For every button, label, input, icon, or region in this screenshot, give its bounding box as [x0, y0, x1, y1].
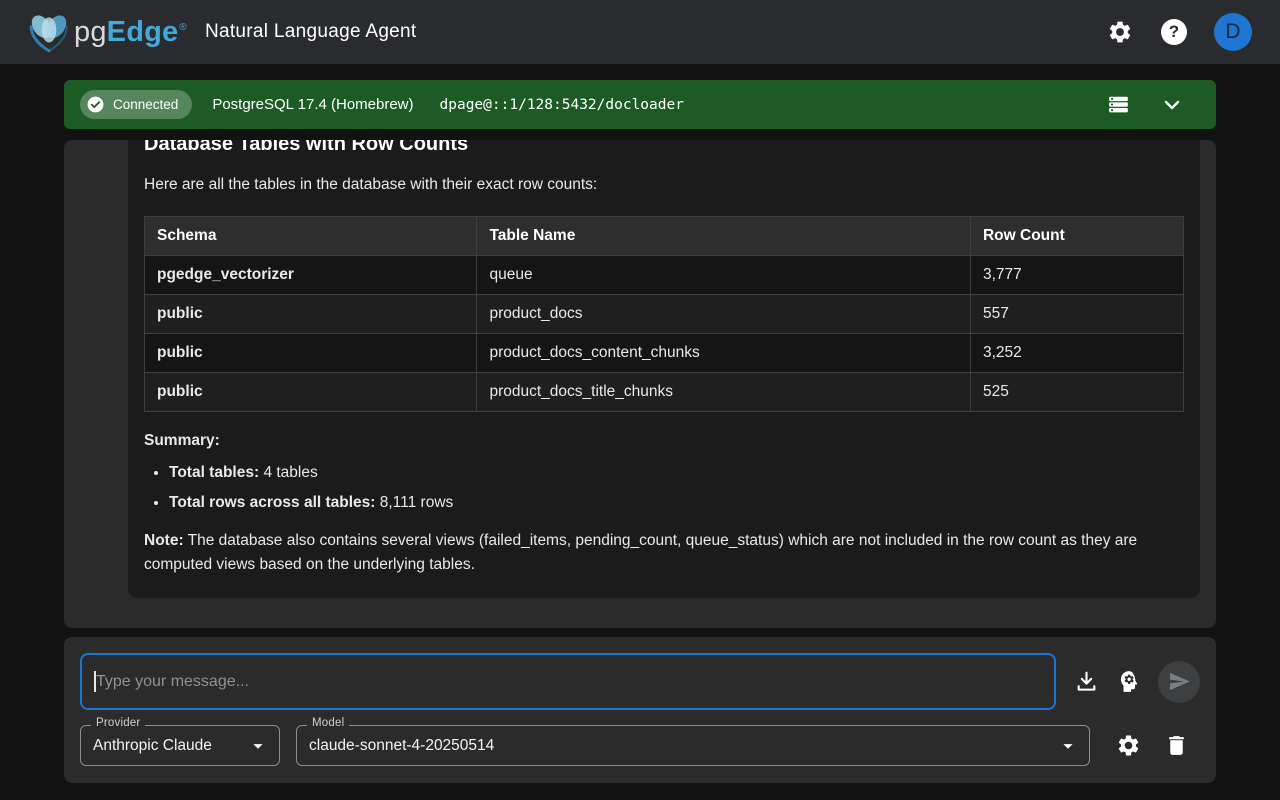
connection-collapse-button[interactable] — [1152, 85, 1192, 125]
table-name-cell: product_docs_title_chunks — [477, 373, 971, 412]
server-version-label: PostgreSQL 17.4 (Homebrew) — [212, 96, 413, 113]
check-circle-icon — [86, 95, 105, 114]
message-heading: Database Tables with Row Counts — [144, 140, 1184, 158]
summary-heading: Summary: — [144, 432, 1184, 450]
connection-string: dpage@::1/128:5432/docloader — [440, 97, 684, 113]
clear-chat-button[interactable] — [1156, 726, 1196, 766]
list-item: Total rows across all tables: 8,111 rows — [169, 492, 1184, 513]
logo-text-pg: pg — [74, 16, 107, 49]
gear-icon — [1116, 733, 1141, 758]
table-name-cell: product_docs — [477, 295, 971, 334]
send-button[interactable] — [1158, 661, 1200, 703]
schema-cell: pgedge_vectorizer — [145, 256, 477, 295]
pgedge-logo-mark-icon — [26, 11, 72, 53]
schema-cell: public — [145, 334, 477, 373]
table-row: public product_docs_content_chunks 3,252 — [145, 334, 1184, 373]
row-count-cell: 557 — [970, 295, 1183, 334]
bullet-value: 4 tables — [259, 464, 318, 481]
model-select[interactable]: Model claude-sonnet-4-20250514 — [296, 725, 1090, 766]
schema-cell: public — [145, 373, 477, 412]
settings-button[interactable] — [1100, 12, 1140, 52]
message-intro: Here are all the tables in the database … — [144, 174, 1184, 196]
caret-down-icon — [1057, 735, 1079, 757]
caret-down-icon — [247, 735, 269, 757]
text-cursor — [94, 671, 96, 692]
logo-text-edge: Edge — [107, 16, 179, 49]
model-select-label: Model — [307, 717, 349, 729]
row-count-cell: 3,777 — [970, 256, 1183, 295]
app-bar: pgEdge® Natural Language Agent ? D — [0, 0, 1280, 64]
help-button[interactable]: ? — [1154, 12, 1194, 52]
chat-scroll-area[interactable]: Database Tables with Row Counts Here are… — [64, 140, 1216, 628]
connection-details-button[interactable] — [1098, 85, 1138, 125]
connection-status-badge: Connected — [80, 90, 192, 119]
avatar-initial: D — [1225, 20, 1240, 44]
gear-icon — [1107, 19, 1133, 45]
table-header-row: Schema Table Name Row Count — [145, 217, 1184, 256]
send-icon — [1168, 670, 1191, 693]
schema-cell: public — [145, 295, 477, 334]
summary-list: Total tables: 4 tables Total rows across… — [144, 462, 1184, 513]
table-name-cell: product_docs_content_chunks — [477, 334, 971, 373]
pgedge-logo: pgEdge® — [26, 11, 187, 53]
note-text: The database also contains several views… — [144, 532, 1137, 573]
logo-registered-mark: ® — [179, 22, 187, 33]
column-header-row-count: Row Count — [970, 217, 1183, 256]
column-header-schema: Schema — [145, 217, 477, 256]
provider-select-value: Anthropic Claude — [93, 737, 212, 755]
row-count-cell: 525 — [970, 373, 1183, 412]
note-paragraph: Note: The database also contains several… — [144, 529, 1184, 577]
psychology-icon — [1116, 669, 1141, 694]
table-row: public product_docs_title_chunks 525 — [145, 373, 1184, 412]
row-counts-table: Schema Table Name Row Count pgedge_vecto… — [144, 216, 1184, 412]
provider-select-label: Provider — [91, 717, 145, 729]
download-icon — [1074, 669, 1099, 694]
composer-panel: Provider Anthropic Claude Model claude-s… — [64, 637, 1216, 783]
help-icon: ? — [1161, 19, 1187, 45]
table-row: pgedge_vectorizer queue 3,777 — [145, 256, 1184, 295]
bullet-value: 8,111 rows — [375, 494, 453, 511]
page-title: Natural Language Agent — [205, 21, 417, 43]
note-label: Note: — [144, 532, 184, 549]
connection-status-label: Connected — [113, 97, 178, 112]
reasoning-button[interactable] — [1108, 662, 1148, 702]
trash-icon — [1164, 733, 1189, 758]
row-count-cell: 3,252 — [970, 334, 1183, 373]
table-row: public product_docs 557 — [145, 295, 1184, 334]
model-select-value: claude-sonnet-4-20250514 — [309, 737, 494, 755]
column-header-table-name: Table Name — [477, 217, 971, 256]
bullet-label: Total rows across all tables: — [169, 494, 375, 511]
model-settings-button[interactable] — [1108, 726, 1148, 766]
list-icon — [1106, 92, 1131, 117]
list-item: Total tables: 4 tables — [169, 462, 1184, 483]
bullet-label: Total tables: — [169, 464, 259, 481]
connection-bar: Connected PostgreSQL 17.4 (Homebrew) dpa… — [64, 80, 1216, 129]
chevron-down-icon — [1160, 93, 1184, 117]
table-name-cell: queue — [477, 256, 971, 295]
download-chat-button[interactable] — [1066, 662, 1106, 702]
message-input[interactable] — [80, 653, 1056, 710]
help-glyph: ? — [1169, 22, 1179, 42]
user-avatar[interactable]: D — [1214, 13, 1252, 51]
provider-select[interactable]: Provider Anthropic Claude — [80, 725, 280, 766]
assistant-message-card: Database Tables with Row Counts Here are… — [128, 140, 1200, 598]
